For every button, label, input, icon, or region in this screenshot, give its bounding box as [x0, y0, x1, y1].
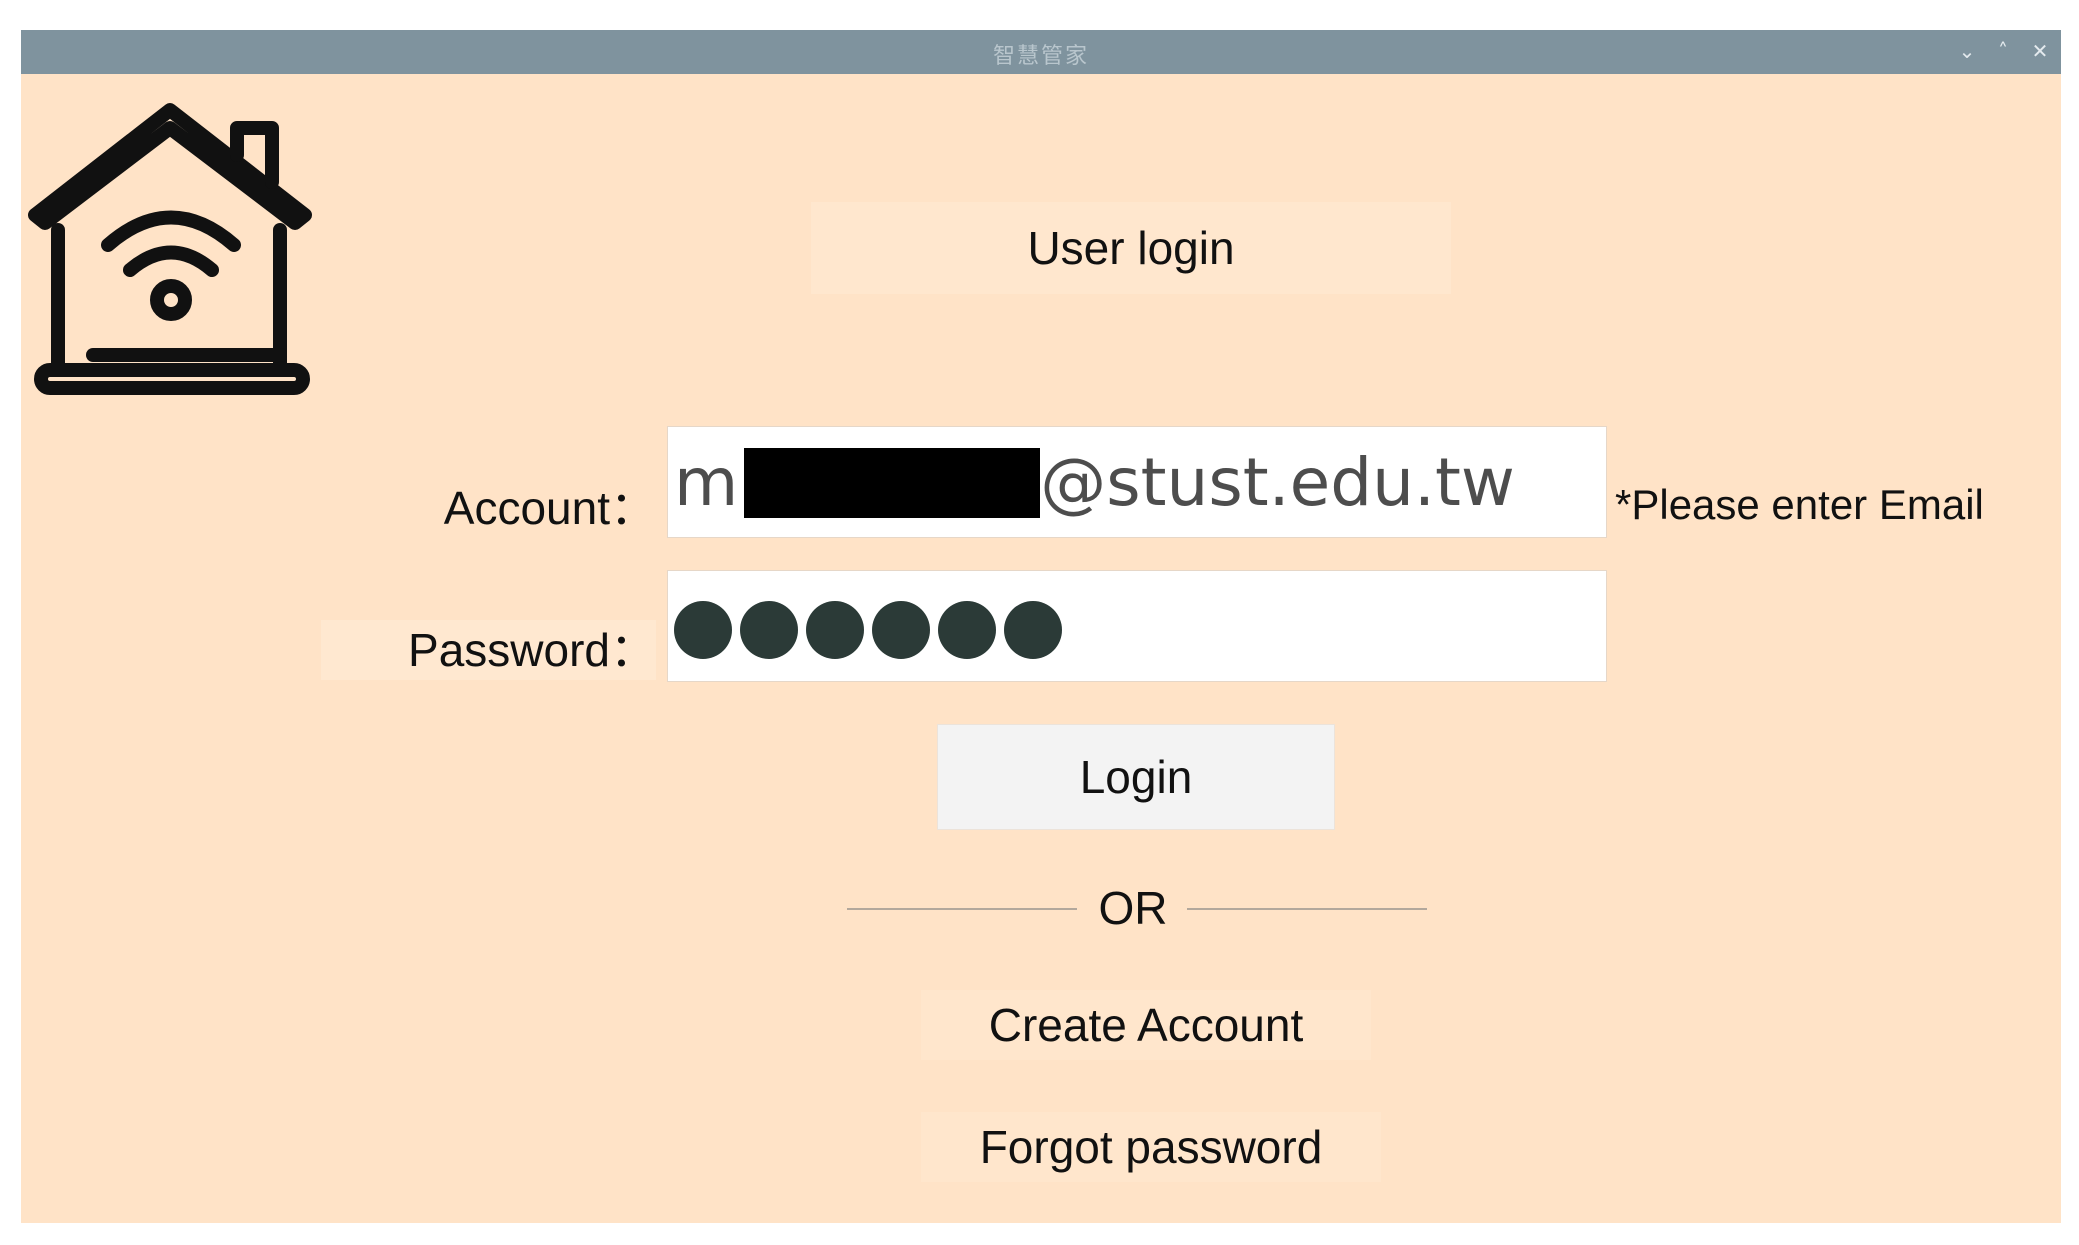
- password-dot: [674, 601, 732, 659]
- password-label-separator: ：: [610, 624, 656, 676]
- password-dot: [806, 601, 864, 659]
- account-input-value: m @stust.edu.tw: [674, 443, 1515, 523]
- login-button[interactable]: Login: [937, 724, 1335, 830]
- smart-home-wifi-icon: [28, 103, 312, 395]
- window-title: 智慧管家: [992, 44, 1089, 69]
- or-divider: OR: [847, 878, 1427, 938]
- create-account-link[interactable]: Create Account: [921, 990, 1371, 1060]
- maximize-button[interactable]: ˄: [1988, 36, 2018, 66]
- or-text: OR: [1098, 882, 1168, 934]
- password-dot: [872, 601, 930, 659]
- redaction-block: [744, 448, 1041, 518]
- title-bar[interactable]: 智慧管家 ⌄ ˄ ✕: [21, 30, 2061, 74]
- forgot-password-link[interactable]: Forgot password: [921, 1112, 1381, 1182]
- password-label: Password：: [321, 620, 656, 680]
- page-title: User login: [811, 202, 1451, 294]
- password-mask: [674, 601, 1062, 659]
- email-hint: *Please enter Email: [1615, 481, 1984, 528]
- divider-line-left: [847, 908, 1077, 910]
- password-dot: [938, 601, 996, 659]
- divider-line-right: [1187, 908, 1427, 910]
- password-input[interactable]: [667, 570, 1607, 682]
- account-label-text: Account: [443, 482, 610, 534]
- account-input[interactable]: m @stust.edu.tw: [667, 426, 1607, 538]
- account-value-suffix: @stust.edu.tw: [1040, 444, 1515, 521]
- account-value-prefix: m: [674, 444, 739, 521]
- password-label-text: Password: [408, 624, 610, 676]
- close-button[interactable]: ✕: [2025, 36, 2055, 66]
- minimize-button[interactable]: ⌄: [1952, 36, 1982, 66]
- account-label-separator: ：: [610, 482, 656, 534]
- account-label: Account：: [416, 478, 656, 538]
- password-dot: [740, 601, 798, 659]
- password-dot: [1004, 601, 1062, 659]
- login-window: 智慧管家 ⌄ ˄ ✕ User login Account： m @stust.…: [21, 30, 2061, 1223]
